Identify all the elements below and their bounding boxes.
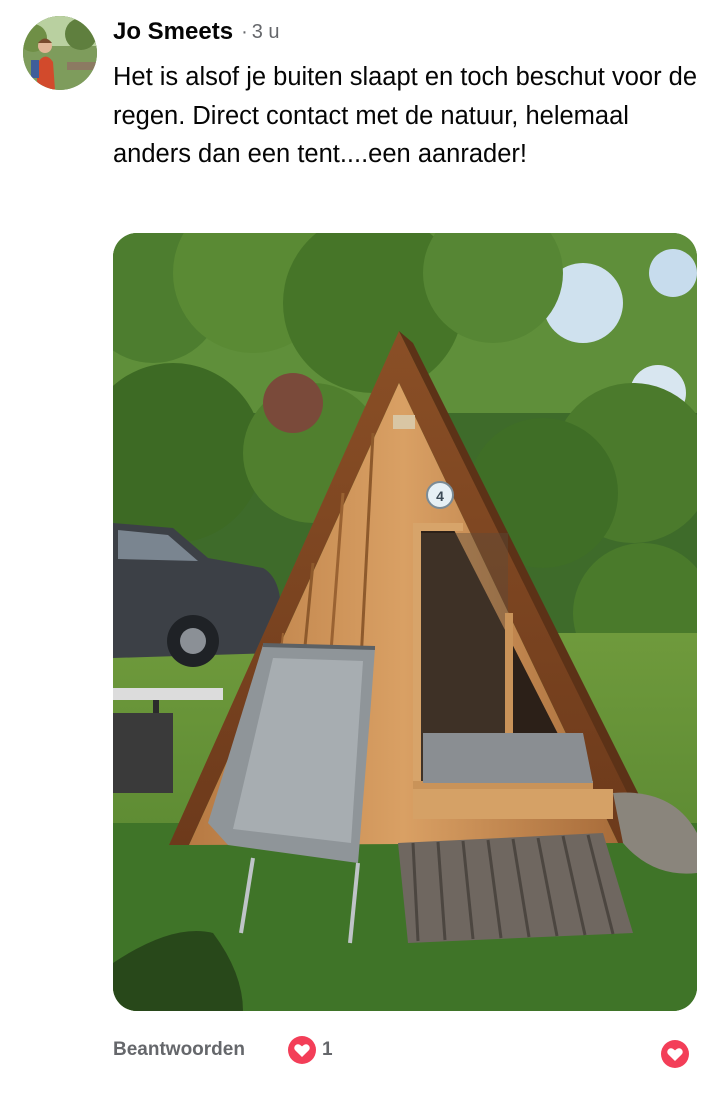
timestamp[interactable]: 3 u [252, 21, 280, 44]
comment-photo[interactable]: 4 [113, 233, 697, 1011]
heart-reaction-icon [287, 1036, 316, 1064]
cabin-number: 4 [436, 488, 444, 504]
avatar[interactable] [23, 16, 97, 90]
like-button[interactable] [660, 1039, 690, 1069]
author-name[interactable]: Jo Smeets [113, 18, 233, 46]
comment-text: Het is alsof je buiten slaapt en toch be… [113, 63, 698, 168]
a-frame-tent-photo: 4 [113, 233, 697, 1011]
reply-button[interactable]: Beantwoorden [113, 1039, 245, 1061]
avatar-photo [23, 16, 97, 90]
heart-icon [661, 1040, 689, 1068]
reaction-count: 1 [321, 1039, 333, 1060]
time-separator: · [241, 20, 248, 43]
reaction-summary[interactable]: 1 [287, 1035, 333, 1065]
